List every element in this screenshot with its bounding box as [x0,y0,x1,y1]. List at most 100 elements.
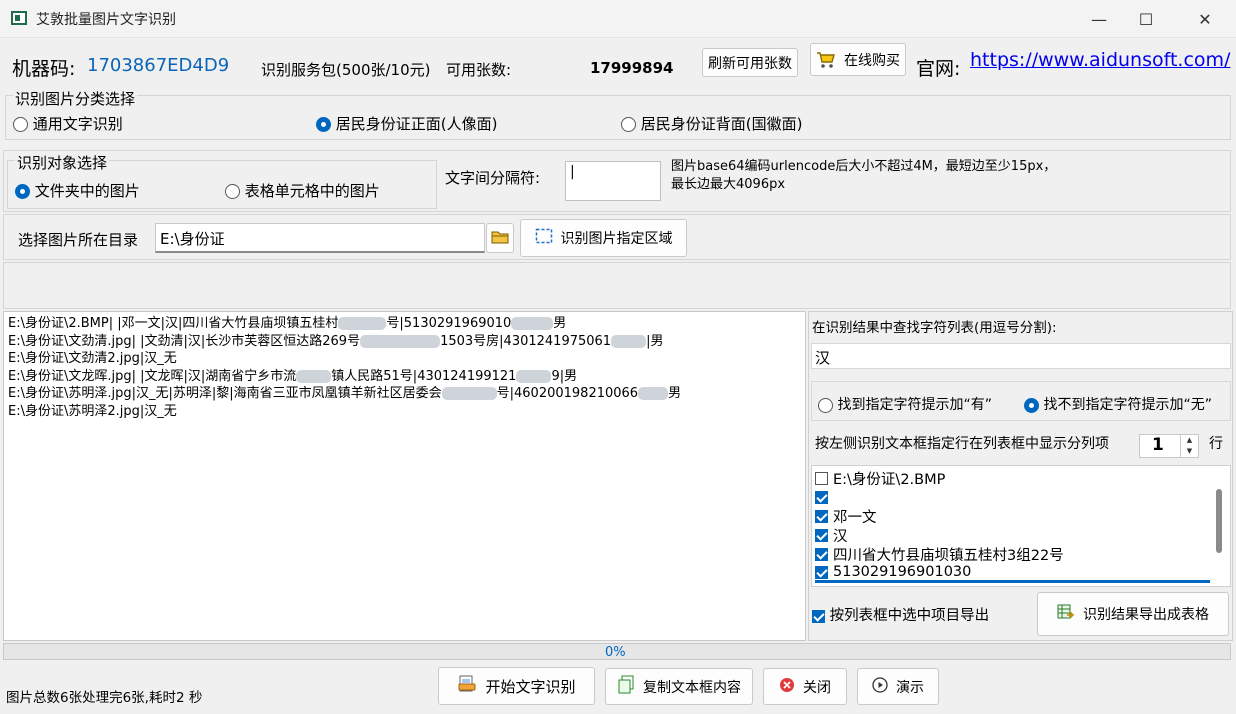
list-item[interactable] [815,488,1230,507]
start-ocr-button[interactable]: 开始文字识别 [438,667,595,705]
radio-cell-images-indicator[interactable] [225,184,240,199]
radio-id-back-label: 居民身份证背面(国徽面) [640,115,803,133]
close-label: 关闭 [803,679,831,696]
radio-id-front-indicator[interactable] [316,117,331,132]
browse-folder-button[interactable] [486,223,514,253]
region-ocr-button[interactable]: 识别图片指定区域 [520,219,687,257]
spin-up-icon[interactable]: ▲ [1181,435,1198,446]
radio-found-mark-label: 找到指定字符提示加“有” [837,397,992,413]
radio-found-mark-indicator[interactable] [818,397,833,413]
radio-notfound-mark-label: 找不到指定字符提示加“无” [1043,397,1212,413]
copy-icon [617,675,635,699]
list-item-checkbox[interactable] [815,491,828,504]
radio-folder-images-indicator[interactable] [15,184,30,199]
buy-online-button[interactable]: 在线购买 [810,43,906,76]
radio-id-front[interactable]: 居民身份证正面(人像面) [316,113,498,134]
export-selected-checkbox-label: 按列表框中选中项目导出 [829,608,990,624]
directory-input[interactable]: E:\身份证 [155,223,485,253]
radio-id-back[interactable]: 居民身份证背面(国徽面) [621,113,803,134]
radio-id-back-indicator[interactable] [621,117,636,132]
demo-label: 演示 [896,679,924,696]
service-package-label: 识别服务包(500张/10元) [261,61,431,79]
start-ocr-label: 开始文字识别 [485,677,576,696]
list-item-checkbox[interactable] [815,472,828,485]
row-select-suffix: 行 [1209,436,1223,452]
title-bar [0,0,1236,38]
spacer-panel [3,262,1231,309]
list-item-checkbox[interactable] [815,529,828,542]
minimize-button[interactable]: — [1076,0,1122,38]
row-select-label: 按左侧识别文本框指定行在列表框中显示分列项 [815,436,1109,452]
category-group-title: 识别图片分类选择 [13,88,138,109]
result-line: E:\身份证\文劲清2.jpg|汉_无 [8,351,177,366]
list-item[interactable]: 邓一文 [815,507,1230,526]
list-item[interactable]: 四川省大竹县庙坝镇五桂村3组22号 [815,545,1230,564]
cart-icon [816,51,836,69]
size-note: 图片base64编码urlencode后大小不超过4M，最短边至少15px， 最… [671,158,1056,194]
result-line: E:\身份证\2.BMP| |邓一文|汉|四川省大竹县庙坝镇五桂村 号|51302… [8,316,567,331]
close-window-button[interactable]: ✕ [1182,0,1228,38]
radio-folder-images-label: 文件夹中的图片 [34,182,140,200]
window-title: 艾敦批量图片文字识别 [36,12,176,28]
results-textarea[interactable]: E:\身份证\2.BMP| |邓一文|汉|四川省大竹县庙坝镇五桂村 号|51302… [3,311,806,641]
separator-label: 文字间分隔符: [445,169,541,187]
status-text: 图片总数6张处理完6张,耗时2 秒 [6,690,203,706]
size-note-line1: 图片base64编码urlencode后大小不超过4M，最短边至少15px， [671,159,1057,174]
listbox-scrollbar-thumb[interactable] [1216,489,1222,553]
radio-notfound-mark[interactable]: 找不到指定字符提示加“无” [1024,394,1212,414]
progress-text: 0% [605,645,626,660]
region-ocr-label: 识别图片指定区域 [560,231,673,247]
select-region-icon [535,228,553,248]
close-circle-icon [779,677,795,697]
separator-input[interactable]: | [565,161,661,201]
maximize-button[interactable]: ☐ [1123,0,1169,38]
directory-label: 选择图片所在目录 [18,231,139,249]
target-group-title: 识别对象选择 [15,152,110,173]
radio-general-ocr-label: 通用文字识别 [32,115,123,133]
search-input[interactable]: 汉 [811,343,1231,369]
available-count-label: 可用张数: [446,61,512,79]
demo-button[interactable]: 演示 [857,668,939,705]
size-note-line2: 最长边最大4096px [671,177,786,192]
radio-id-front-label: 居民身份证正面(人像面) [335,115,498,133]
export-selected-checkbox[interactable]: 按列表框中选中项目导出 [812,604,989,625]
columns-listbox[interactable]: E:\身份证\2.BMP 邓一文 汉 四川省大竹县庙坝镇五桂村3组22号 513… [811,465,1231,587]
export-sheet-icon [1057,603,1075,625]
available-count-value: 17999894 [590,59,674,77]
website-link[interactable]: https://www.aidunsoft.com/ [970,49,1230,71]
spin-down-icon[interactable]: ▼ [1181,446,1198,457]
list-item-checkbox[interactable] [815,548,828,561]
radio-cell-images-label: 表格单元格中的图片 [244,182,380,200]
copy-text-button[interactable]: 复制文本框内容 [605,668,753,705]
list-item[interactable]: 汉 [815,526,1230,545]
radio-general-ocr[interactable]: 通用文字识别 [13,113,123,134]
radio-general-ocr-indicator[interactable] [13,117,28,132]
refresh-count-button[interactable]: 刷新可用张数 [702,48,798,77]
row-number-spinner[interactable]: ▲ ▼ [1180,435,1198,457]
radio-folder-images[interactable]: 文件夹中的图片 [15,180,140,201]
list-item-checkbox[interactable] [815,565,828,579]
result-line: E:\身份证\苏明泽2.jpg|汉_无 [8,403,177,419]
radio-notfound-mark-indicator[interactable] [1024,397,1039,413]
buy-online-label: 在线购买 [844,52,900,69]
list-item-checkbox[interactable] [815,510,828,523]
scanner-icon [457,674,477,698]
list-item[interactable]: E:\身份证\2.BMP [815,469,1230,488]
list-item-selected[interactable]: 513029196901030 [815,564,1210,583]
export-selected-checkbox-box[interactable] [812,609,825,623]
result-line: E:\身份证\文劲清.jpg| |文劲清|汉|长沙市芙蓉区恒达路269号 1503… [8,333,664,349]
radio-cell-images[interactable]: 表格单元格中的图片 [225,180,380,201]
copy-text-label: 复制文本框内容 [643,679,741,696]
close-button[interactable]: 关闭 [763,668,847,705]
radio-found-mark[interactable]: 找到指定字符提示加“有” [818,394,992,414]
result-line: E:\身份证\文龙晖.jpg| |文龙晖|汉|湖南省宁乡市流 镇人民路51号|43… [8,368,578,384]
machine-code-label: 机器码: [12,58,76,80]
export-table-button[interactable]: 识别结果导出成表格 [1037,592,1229,636]
result-line: E:\身份证\苏明泽.jpg|汉_无|苏明泽|黎|海南省三亚市凤凰镇羊新社区居委… [8,386,682,401]
folder-icon [491,229,509,248]
play-icon [872,676,888,697]
category-group [5,95,1231,140]
machine-code-value: 1703867ED4D9 [87,55,230,76]
export-table-label: 识别结果导出成表格 [1083,607,1209,623]
app-icon [11,11,27,25]
